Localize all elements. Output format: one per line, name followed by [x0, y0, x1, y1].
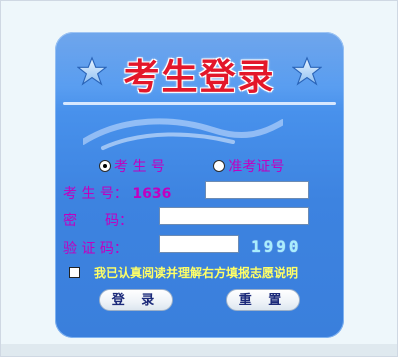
radio-admission-ticket[interactable]: 准考证号: [213, 156, 284, 176]
exam-number-label-text: 考 生 号：: [63, 186, 128, 202]
title-row: 考生登录: [55, 46, 344, 98]
exam-number-input[interactable]: [205, 181, 309, 199]
radio-exam-number[interactable]: 考 生 号: [99, 156, 165, 176]
agree-text: 我已认真阅读并理解右方填报志愿说明: [94, 266, 299, 280]
radio-label: 准考证号: [228, 159, 285, 175]
password-label: 密 码：: [63, 213, 133, 229]
star-icon: [292, 56, 322, 86]
title-divider: [63, 102, 336, 105]
login-button[interactable]: 登 录: [99, 289, 173, 311]
captcha-label: 验 证 码：: [63, 241, 128, 257]
bottom-strip: [1, 344, 397, 356]
decorative-wave: [83, 118, 283, 150]
reset-button[interactable]: 重 置: [226, 289, 300, 311]
radio-button[interactable]: [99, 160, 111, 172]
login-page: 考生登录 考 生 号 准考证号 考 生 号： 1636 密 码： 验 证 码： …: [0, 0, 398, 357]
login-panel: 考生登录 考 生 号 准考证号 考 生 号： 1636 密 码： 验 证 码： …: [55, 32, 344, 338]
captcha-image[interactable]: 1990: [251, 237, 321, 256]
login-type-radio-group: 考 生 号 准考证号: [99, 156, 328, 176]
captcha-input[interactable]: [159, 235, 239, 253]
radio-button[interactable]: [213, 160, 226, 172]
password-input[interactable]: [159, 207, 309, 225]
agree-checkbox[interactable]: [69, 267, 80, 278]
radio-label: 考 生 号: [114, 159, 165, 175]
exam-number-prefix: 1636: [132, 186, 172, 202]
exam-number-label: 考 生 号： 1636: [63, 183, 171, 203]
agree-row: 我已认真阅读并理解右方填报志愿说明: [69, 264, 298, 281]
